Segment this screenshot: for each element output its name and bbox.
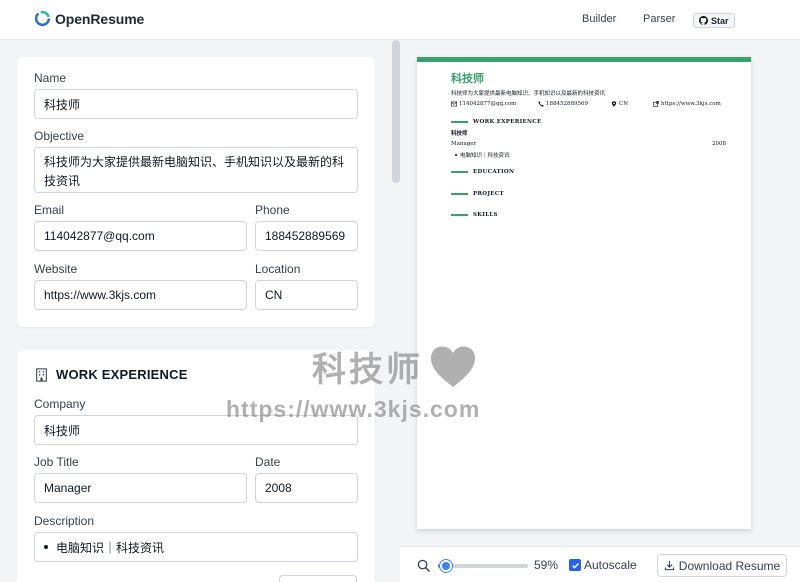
resume-work-bullet-text: 电脑知识｜科技资讯 <box>460 153 510 159</box>
job-title-label: Job Title <box>34 455 79 469</box>
profile-card: Name 科技师 Objective 科技师为大家提供最新电脑知识、手机知识以及… <box>17 57 375 327</box>
watermark-title-text: 科技师 <box>312 351 423 389</box>
resume-accent-bar <box>417 57 751 62</box>
download-resume-label: Download Resume <box>678 558 781 573</box>
resume-email: 114042877@qq.com <box>451 101 516 107</box>
watermark-title: 科技师 <box>312 342 477 391</box>
section-accent-line <box>451 214 468 216</box>
preview-toolbar: 59% Autoscale Download Resume <box>400 546 800 582</box>
resume-section-skills: SKILLS <box>451 212 498 218</box>
resume-work-company: 科技师 <box>451 131 468 137</box>
website-input[interactable]: https://www.3kjs.com <box>34 280 247 310</box>
website-label: Website <box>34 262 78 276</box>
download-resume-button[interactable]: Download Resume <box>657 554 787 577</box>
resume-work-bullet: 电脑知识｜科技资讯 <box>455 151 510 159</box>
resume-location-text: CN <box>619 101 629 107</box>
resume-name: 科技师 <box>451 72 484 85</box>
work-experience-header: WORK EXPERIENCE <box>35 367 188 382</box>
location-label: Location <box>255 262 301 276</box>
nav-parser-link[interactable]: Parser <box>643 13 675 25</box>
job-title-input[interactable]: Manager <box>34 473 247 503</box>
phone-label: Phone <box>255 203 290 217</box>
form-scrollbar-thumb[interactable] <box>392 40 400 183</box>
autoscale-label: Autoscale <box>584 558 637 572</box>
heart-icon <box>431 346 475 387</box>
location-input[interactable]: CN <box>255 280 358 310</box>
resume-form-panel: Name 科技师 Objective 科技师为大家提供最新电脑知识、手机知识以及… <box>0 40 392 582</box>
resume-location: CN <box>611 101 628 107</box>
resume-section-project: PROJECT <box>451 191 504 197</box>
download-icon <box>664 560 674 571</box>
resume-work-date: 2008 <box>712 141 726 147</box>
description-input[interactable]: 电脑知识｜科技资讯 <box>34 532 358 562</box>
star-label: Star <box>711 15 729 26</box>
name-label: Name <box>34 71 67 85</box>
name-input[interactable]: 科技师 <box>34 89 358 119</box>
building-icon <box>36 367 47 382</box>
bullet-dot-icon <box>455 154 457 156</box>
card-action-button[interactable] <box>279 575 357 582</box>
email-label: Email <box>34 203 65 217</box>
email-input[interactable]: 114042877@qq.com <box>34 221 247 251</box>
phone-icon <box>538 101 544 107</box>
location-pin-icon <box>611 101 617 107</box>
resume-objective: 科技师为大家提供最新电脑知识、手机知识以及最新的科技资讯 <box>451 91 606 97</box>
bullet-dot-icon <box>44 545 48 549</box>
magnifier-icon <box>417 559 430 572</box>
watermark-url: https://www.3kjs.com <box>226 396 481 422</box>
external-link-icon <box>653 101 659 107</box>
resume-section-work: WORK EXPERIENCE <box>451 119 541 125</box>
objective-textarea[interactable]: 科技师为大家提供最新电脑知识、手机知识以及最新的科技资讯 <box>34 147 358 193</box>
objective-label: Objective <box>34 129 85 143</box>
resume-phone: 188452889569 <box>538 101 588 107</box>
checkmark-icon <box>571 562 579 569</box>
resume-section-skills-title: SKILLS <box>473 212 498 218</box>
zoom-slider-thumb[interactable] <box>440 560 452 572</box>
resume-section-education: EDUCATION <box>451 169 514 175</box>
date-label: Date <box>255 455 281 469</box>
resume-website-text: https://www.3kjs.com <box>661 101 721 107</box>
resume-preview-panel: 科技师 科技师为大家提供最新电脑知识、手机知识以及最新的科技资讯 1140428… <box>400 40 800 546</box>
resume-phone-text: 188452889569 <box>546 101 588 107</box>
phone-input[interactable]: 188452889569 <box>255 221 358 251</box>
resume-section-work-title: WORK EXPERIENCE <box>473 119 542 125</box>
app-logo[interactable]: OpenResume <box>34 10 144 27</box>
autoscale-checkbox[interactable] <box>569 559 581 571</box>
description-label: Description <box>34 514 95 528</box>
mail-icon <box>451 101 457 107</box>
autoscale-toggle[interactable]: Autoscale <box>569 558 637 572</box>
date-input[interactable]: 2008 <box>255 473 358 503</box>
resume-page: 科技师 科技师为大家提供最新电脑知识、手机知识以及最新的科技资讯 1140428… <box>417 57 751 529</box>
github-icon <box>699 16 708 25</box>
section-accent-line <box>451 193 468 195</box>
nav-builder-link[interactable]: Builder <box>582 13 616 25</box>
resume-website: https://www.3kjs.com <box>653 101 721 107</box>
section-accent-line <box>451 121 468 123</box>
github-star-button[interactable]: Star <box>693 13 735 28</box>
app-title: OpenResume <box>55 10 145 27</box>
resume-email-text: 114042877@qq.com <box>459 101 517 107</box>
description-bullet-text: 电脑知识｜科技资讯 <box>56 540 165 555</box>
logo-mark-icon <box>34 10 51 27</box>
work-experience-title: WORK EXPERIENCE <box>56 367 188 382</box>
resume-work-title: Manager <box>451 141 477 147</box>
zoom-value: 59% <box>534 558 559 572</box>
top-nav: OpenResume Builder Parser Star <box>0 0 800 40</box>
section-accent-line <box>451 171 468 173</box>
resume-section-education-title: EDUCATION <box>473 169 515 175</box>
company-label: Company <box>34 397 86 411</box>
resume-section-project-title: PROJECT <box>473 191 504 197</box>
